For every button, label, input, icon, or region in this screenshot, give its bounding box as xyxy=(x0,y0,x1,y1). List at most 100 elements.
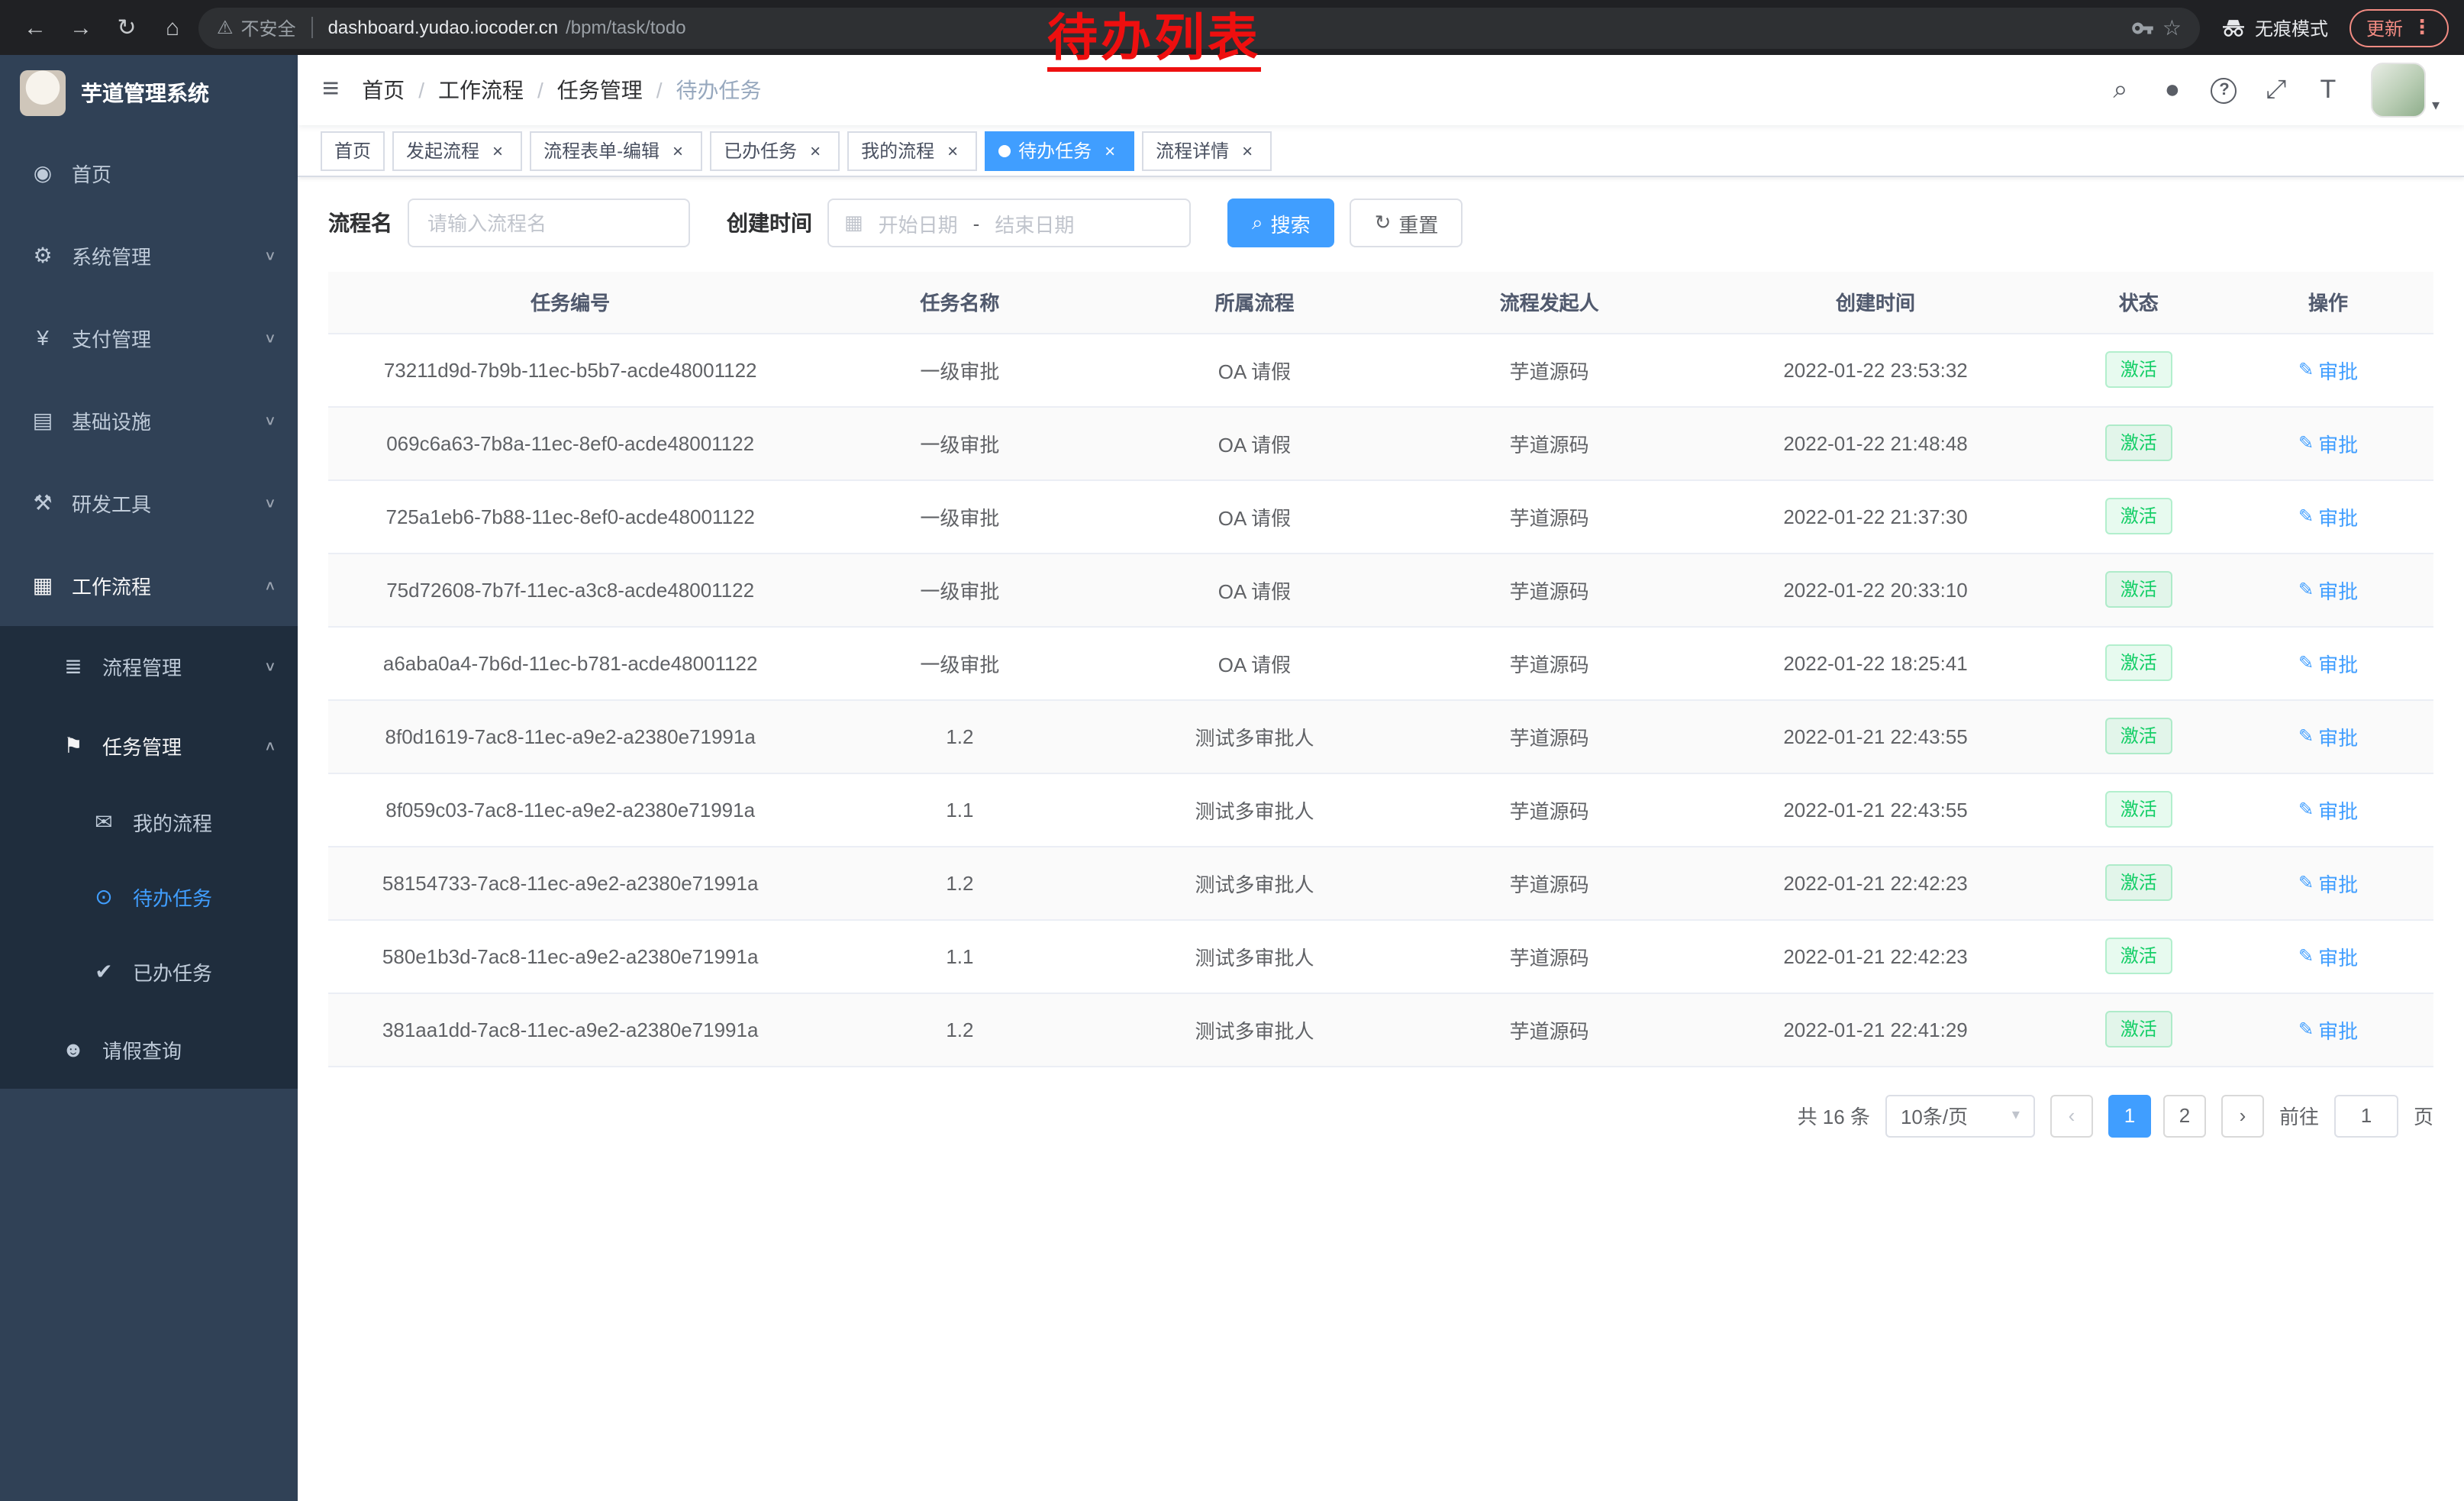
password-key-icon[interactable] xyxy=(2132,16,2155,39)
sidebar-item-label: 支付管理 xyxy=(72,323,151,352)
yen-icon: ¥ xyxy=(31,325,55,350)
cell-task-id: 8f059c03-7ac8-11ec-a9e2-a2380e71991a xyxy=(328,773,812,846)
tab-process-detail[interactable]: 流程详情× xyxy=(1142,131,1272,170)
page-2-button[interactable]: 2 xyxy=(2163,1094,2206,1137)
chevron-down-icon: ∨ xyxy=(264,330,276,346)
search-button[interactable]: ⌕ 搜索 xyxy=(1227,199,1335,247)
cell-task-name: 1.2 xyxy=(812,699,1107,773)
approve-link[interactable]: ✎审批 xyxy=(2298,648,2358,677)
breadcrumb-item-task-management[interactable]: 任务管理 xyxy=(557,75,643,105)
approve-link[interactable]: ✎审批 xyxy=(2298,868,2358,897)
cell-process: OA 请假 xyxy=(1107,553,1401,626)
close-icon[interactable]: × xyxy=(667,140,689,161)
close-icon[interactable]: × xyxy=(942,140,963,161)
sidebar-item-home[interactable]: ◉首页 xyxy=(0,131,298,214)
reset-button-label: 重置 xyxy=(1398,208,1438,237)
sidebar-item-todo-tasks[interactable]: ⊙待办任务 xyxy=(0,860,298,934)
approve-link[interactable]: ✎审批 xyxy=(2298,355,2358,384)
tab-home[interactable]: 首页 xyxy=(321,131,385,170)
sidebar-item-payment-management[interactable]: ¥ 支付管理 ∨ xyxy=(0,296,298,379)
sidebar-item-system-management[interactable]: ⚙系统管理∨ xyxy=(0,214,298,296)
cell-task-name: 1.1 xyxy=(812,919,1107,993)
sidebar-item-workflow[interactable]: ▦工作流程∧ xyxy=(0,544,298,626)
chevron-down-icon: ∨ xyxy=(264,412,276,428)
edit-icon: ✎ xyxy=(2298,1018,2314,1040)
cell-status: 激活 xyxy=(2054,699,2223,773)
table-header-row: 任务编号任务名称所属流程流程发起人创建时间状态操作 xyxy=(328,272,2433,333)
reset-button[interactable]: ↻ 重置 xyxy=(1350,199,1463,247)
close-icon[interactable]: × xyxy=(805,140,826,161)
cell-initiator: 芋道源码 xyxy=(1402,846,1697,919)
cell-create-time: 2022-01-22 21:37:30 xyxy=(1697,479,2055,553)
app-root: 待办列表 ← → ↻ ⌂ ⚠ 不安全 dashboard.yudao.iocod… xyxy=(0,0,2464,1501)
sidebar-item-dev-tools[interactable]: ⚒研发工具∨ xyxy=(0,461,298,544)
status-badge: 激活 xyxy=(2105,424,2172,461)
tab-done-tasks[interactable]: 已办任务 × xyxy=(710,131,840,170)
sidebar-item-leave-query[interactable]: ☻请假查询 xyxy=(0,1009,298,1089)
approve-link[interactable]: ✎审批 xyxy=(2298,1015,2358,1044)
approve-link[interactable]: ✎审批 xyxy=(2298,502,2358,531)
goto-page-input[interactable] xyxy=(2334,1094,2398,1137)
close-icon[interactable]: × xyxy=(1237,140,1258,161)
approve-link-label: 审批 xyxy=(2318,355,2358,384)
approve-link[interactable]: ✎审批 xyxy=(2298,428,2358,457)
cell-initiator: 芋道源码 xyxy=(1402,773,1697,846)
sidebar-item-done-tasks[interactable]: ✔已办任务 xyxy=(0,934,298,1009)
process-name-input[interactable] xyxy=(408,199,690,247)
cell-create-time: 2022-01-22 20:33:10 xyxy=(1697,553,2055,626)
approve-link[interactable]: ✎审批 xyxy=(2298,575,2358,604)
date-range-picker[interactable]: ▦ 开始日期 - 结束日期 xyxy=(827,199,1191,247)
browser-menu-icon[interactable]: ⋮ xyxy=(2412,15,2432,40)
tab-label: 流程表单-编辑 xyxy=(543,137,660,163)
column-header: 所属流程 xyxy=(1107,272,1401,333)
browser-update-button[interactable]: 更新 ⋮ xyxy=(2350,8,2449,47)
approve-link[interactable]: ✎审批 xyxy=(2298,941,2358,970)
breadcrumb-item-home[interactable]: 首页 xyxy=(362,75,405,105)
breadcrumb-item-workflow[interactable]: 工作流程 xyxy=(438,75,524,105)
browser-home-icon[interactable]: ⌂ xyxy=(153,8,192,47)
github-icon[interactable]: ● xyxy=(2148,64,2197,116)
status-badge: 激活 xyxy=(2105,718,2172,754)
browser-back-icon[interactable]: ← xyxy=(15,8,55,47)
user-avatar[interactable]: ▾ xyxy=(2371,63,2440,118)
search-icon[interactable]: ⌕ xyxy=(2096,64,2145,116)
approve-link[interactable]: ✎审批 xyxy=(2298,721,2358,750)
column-header: 流程发起人 xyxy=(1402,272,1697,333)
chevron-up-icon: ∧ xyxy=(264,738,276,754)
sidebar-collapse-icon[interactable]: ≡ xyxy=(322,73,339,107)
page-size-select[interactable]: 10条/页 ▾ xyxy=(1885,1094,2035,1137)
edit-icon: ✎ xyxy=(2298,579,2314,600)
cell-task-name: 1.1 xyxy=(812,773,1107,846)
sidebar-item-process-management[interactable]: ≣流程管理∨ xyxy=(0,626,298,705)
page-1-button[interactable]: 1 xyxy=(2108,1094,2151,1137)
fullscreen-icon[interactable]: ⤢ xyxy=(2252,64,2301,116)
tab-label: 已办任务 xyxy=(724,137,797,163)
browser-reload-icon[interactable]: ↻ xyxy=(107,8,147,47)
font-size-icon[interactable]: T xyxy=(2304,64,2353,116)
prev-page-button[interactable]: ‹ xyxy=(2050,1094,2093,1137)
url-domain: dashboard.yudao.iocoder.cn xyxy=(328,17,559,38)
next-page-button[interactable]: › xyxy=(2221,1094,2264,1137)
address-bar[interactable]: ⚠ 不安全 dashboard.yudao.iocoder.cn/bpm/tas… xyxy=(198,7,2200,48)
tab-initiate-process[interactable]: 发起流程× xyxy=(392,131,522,170)
sidebar-item-my-process[interactable]: ✉我的流程 xyxy=(0,785,298,860)
app-logo[interactable]: 芋道管理系统 xyxy=(0,55,298,131)
tab-my-process[interactable]: 我的流程× xyxy=(847,131,977,170)
tab-process-form-edit[interactable]: 流程表单-编辑 × xyxy=(530,131,702,170)
chevron-down-icon: ∨ xyxy=(264,495,276,511)
browser-forward-icon[interactable]: → xyxy=(61,8,101,47)
sidebar-item-task-management[interactable]: ⚑任务管理∧ xyxy=(0,705,298,785)
help-icon[interactable]: ? xyxy=(2200,64,2249,116)
approve-link[interactable]: ✎审批 xyxy=(2298,795,2358,824)
sidebar-item-infrastructure[interactable]: ▤基础设施∨ xyxy=(0,379,298,461)
table-row: 8f0d1619-7ac8-11ec-a9e2-a2380e71991a1.2测… xyxy=(328,699,2433,773)
bookmark-star-icon[interactable]: ☆ xyxy=(2162,15,2182,40)
active-tab-dot xyxy=(998,144,1011,157)
cell-task-name: 一级审批 xyxy=(812,406,1107,479)
tab-todo-tasks[interactable]: 待办任务× xyxy=(985,131,1134,170)
close-icon[interactable]: × xyxy=(487,140,508,161)
close-icon[interactable]: × xyxy=(1099,140,1121,161)
sidebar-menu: ◉首页⚙系统管理∨¥支付管理∨▤基础设施∨⚒研发工具∨▦工作流程∧≣流程管理∨⚑… xyxy=(0,131,298,1089)
sidebar-item-label: 研发工具 xyxy=(72,488,151,517)
cell-task-id: 580e1b3d-7ac8-11ec-a9e2-a2380e71991a xyxy=(328,919,812,993)
